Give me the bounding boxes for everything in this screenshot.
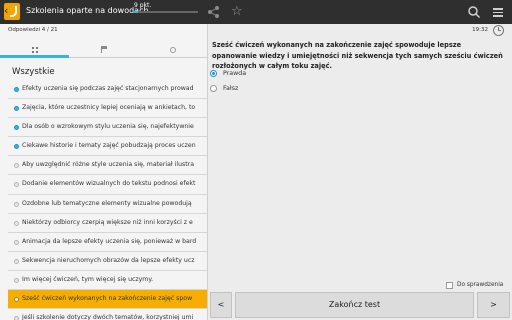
question-item-label: Zajęcia, które uczestnicy lepiej oceniaj…	[22, 104, 196, 112]
status-dot-icon	[14, 316, 19, 320]
question-list-panel: Odpowiedzi 4 / 21 Wszystkie Efekty uczen…	[0, 24, 208, 320]
question-list-item[interactable]: Jeśli szkolenie dotyczy dwóch tematów, k…	[8, 309, 207, 320]
question-text: Sześć ćwiczeń wykonanych na zakończenie …	[212, 41, 503, 70]
finish-test-button[interactable]: Zakończ test	[235, 292, 474, 318]
menu-icon[interactable]	[493, 8, 507, 22]
question-panel: 19:32 Sześć ćwiczeń wykonanych na zakońc…	[208, 24, 512, 320]
share-icon[interactable]	[207, 5, 221, 19]
previous-button[interactable]: <	[210, 292, 232, 318]
circle-icon	[169, 47, 176, 53]
page-title: Szkolenia oparte na dowodach	[26, 6, 149, 15]
answered-count: Odpowiedzi 4 / 21	[8, 27, 58, 33]
search-icon[interactable]	[467, 5, 481, 19]
question-item-label: Dla osób o wzrokowym stylu uczenia się, …	[22, 123, 194, 131]
question-item-label: Im więcej ćwiczeń, tym więcej się uczymy…	[22, 275, 154, 283]
radio-false[interactable]	[210, 85, 217, 92]
logo-figure-icon	[10, 6, 17, 17]
question-item-label: Jeśli szkolenie dotyczy dwóch tematów, k…	[22, 314, 194, 320]
clock-icon	[493, 25, 504, 36]
question-list-item[interactable]: Dla osób o wzrokowym stylu uczenia się, …	[8, 118, 207, 138]
option-false-label: Fałsz	[223, 85, 239, 92]
question-list-item[interactable]: Dodanie elementów wizualnych do tekstu p…	[8, 175, 207, 195]
action-bar: ‹ Szkolenia oparte na dowodach 9 pkt. ☆	[0, 0, 512, 24]
question-item-label: Efekty uczenia się podczas zajęć stacjon…	[22, 85, 194, 92]
status-dot-icon	[14, 258, 19, 264]
status-dot-icon	[14, 277, 19, 283]
question-list: Efekty uczenia się podczas zajęć stacjon…	[8, 80, 207, 320]
question-list-item[interactable]: Sekwencja nieruchomych obrazów da lepsze…	[8, 251, 207, 271]
points-label: 9 pkt.	[134, 2, 152, 9]
question-item-label: Dodanie elementów wizualnych do tekstu p…	[22, 180, 196, 188]
question-list-item[interactable]: Ciekawe historie i tematy zajęć pobudzaj…	[8, 137, 207, 157]
back-icon[interactable]: ‹	[4, 5, 8, 16]
flag-icon	[100, 46, 107, 53]
grid-icon	[31, 47, 38, 53]
status-dot-icon	[14, 297, 19, 303]
app-logo[interactable]: ‹	[4, 3, 20, 20]
question-item-label: Niektórzy odbiorcy czerpią większe niż i…	[22, 218, 193, 226]
question-item-label: Animacja da lepsze efekty uczenia się, p…	[22, 237, 197, 245]
option-true-label: Prawda	[223, 70, 247, 77]
tab-unanswered[interactable]	[138, 38, 207, 58]
status-dot-icon	[14, 144, 19, 150]
radio-true[interactable]	[210, 70, 217, 77]
status-dot-icon	[14, 239, 19, 245]
question-list-item[interactable]: Aby uwzględnić różne style uczenia się, …	[8, 156, 207, 176]
question-item-label: Sekwencja nieruchomych obrazów da lepsze…	[22, 256, 195, 264]
progress-bar	[134, 11, 198, 13]
app-window: ‹ Szkolenia oparte na dowodach 9 pkt. ☆ …	[0, 0, 512, 320]
question-item-label: Ozdobne lub tematyczne elementy wizualne…	[22, 199, 192, 207]
status-dot-icon	[14, 201, 19, 207]
status-dot-icon	[14, 220, 19, 226]
question-list-item[interactable]: Im więcej ćwiczeń, tym więcej się uczymy…	[8, 270, 207, 291]
question-item-label: Aby uwzględnić różne style uczenia się, …	[22, 161, 194, 169]
question-list-item[interactable]: Sześć ćwiczeń wykonanych na zakończenie …	[8, 290, 207, 310]
review-checkbox[interactable]	[446, 282, 453, 289]
status-dot-icon	[14, 182, 19, 188]
question-list-item[interactable]: Zajęcia, które uczestnicy lepiej oceniaj…	[8, 99, 207, 119]
status-dot-icon	[14, 87, 19, 92]
question-item-label: Ciekawe historie i tematy zajęć pobudzaj…	[22, 142, 196, 150]
status-dot-icon	[14, 106, 19, 112]
question-list-item[interactable]: Ozdobne lub tematyczne elementy wizualne…	[8, 194, 207, 214]
review-label: Do sprawdzenia	[457, 282, 504, 288]
star-icon[interactable]: ☆	[231, 5, 245, 19]
question-item-label: Sześć ćwiczeń wykonanych na zakończenie …	[22, 295, 193, 303]
question-list-item[interactable]: Animacja da lepsze efekty uczenia się, p…	[8, 232, 207, 252]
next-button[interactable]: >	[477, 292, 510, 318]
time-label: 19:32	[472, 27, 488, 33]
question-list-item[interactable]: Niektórzy odbiorcy czerpią większe niż i…	[8, 213, 207, 233]
status-dot-icon	[14, 163, 19, 169]
progress-fill	[134, 11, 139, 13]
status-dot-icon	[14, 125, 19, 131]
question-list-item[interactable]: Efekty uczenia się podczas zajęć stacjon…	[8, 80, 207, 100]
section-title: Wszystkie	[12, 67, 55, 77]
tab-all[interactable]	[0, 38, 69, 58]
filter-tabs	[0, 38, 207, 58]
tab-flagged[interactable]	[69, 38, 138, 58]
